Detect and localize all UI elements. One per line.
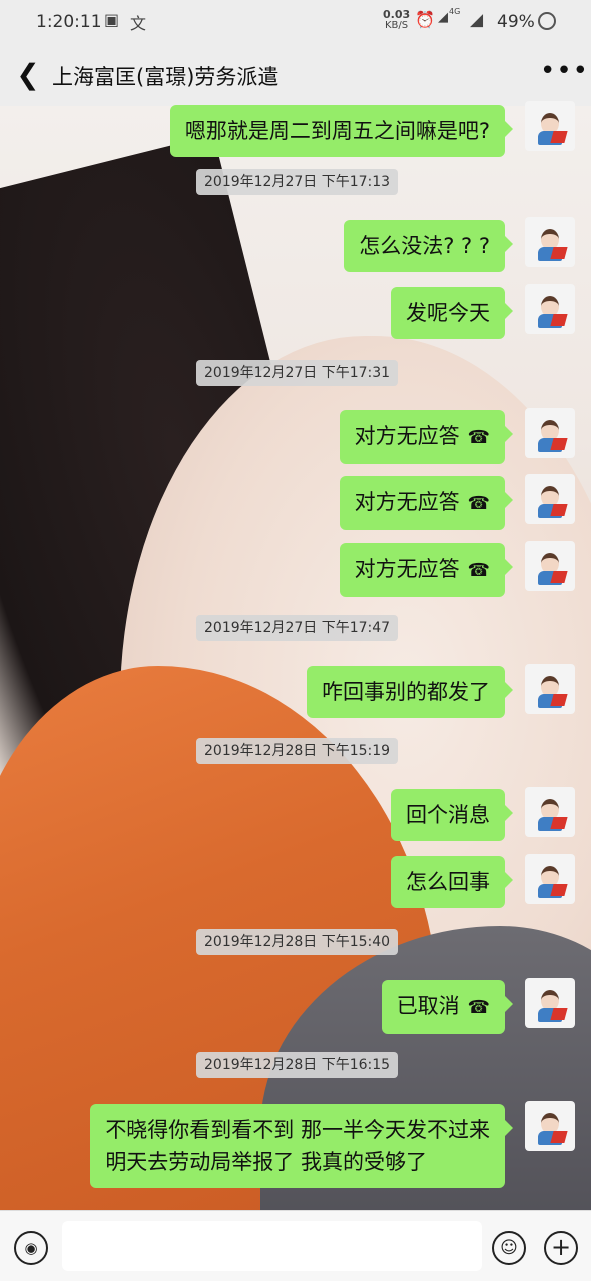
phone-hangup-icon: ☎ [467, 493, 490, 514]
signal-bars-icon: ◢ [470, 10, 484, 30]
phone-hangup-icon: ☎ [467, 427, 490, 448]
message-bubble[interactable]: 怎么没法? ? ? [344, 220, 513, 272]
call-status-text: 对方无应答 [354, 490, 460, 514]
back-button[interactable]: ❮ [14, 58, 42, 92]
app-notification-icon: 文 [130, 14, 147, 33]
timestamp: 2019年12月28日 下午15:19 [196, 738, 399, 764]
avatar[interactable] [525, 474, 575, 524]
message-item[interactable]: 回个消息 [391, 789, 513, 841]
plus-icon: + [550, 1233, 572, 1261]
avatar[interactable] [525, 787, 575, 837]
timestamp: 2019年12月27日 下午17:13 [196, 169, 399, 195]
voice-button[interactable]: ◉ [14, 1231, 48, 1265]
avatar[interactable] [525, 854, 575, 904]
timestamp: 2019年12月27日 下午17:47 [196, 615, 399, 641]
message-bubble[interactable]: 已取消 ☎ [381, 980, 514, 1034]
message-line: 不晓得你看到看不到 那一半今天发不过来 [105, 1118, 490, 1142]
voice-icon: ◉ [24, 1239, 38, 1257]
message-item[interactable]: 发呢今天 [391, 287, 513, 339]
call-message[interactable]: 对方无应答 ☎ [339, 410, 514, 464]
phone-hangup-icon: ☎ [467, 997, 490, 1018]
avatar[interactable] [525, 1101, 575, 1151]
battery-percent: 49% [497, 12, 535, 32]
chevron-left-icon: ❮ [16, 58, 40, 91]
message-bubble[interactable]: 怎么回事 [391, 856, 513, 908]
status-time: 1:20:11 [36, 12, 102, 32]
message-line: 明天去劳动局举报了 我真的受够了 [105, 1150, 427, 1174]
timestamp: 2019年12月27日 下午17:31 [196, 360, 399, 386]
message-bubble[interactable]: 发呢今天 [391, 287, 513, 339]
chat-header: ❮ 上海富匡(富璟)劳务派遣 ••• [0, 44, 591, 106]
message-item[interactable]: 嗯那就是周二到周五之间嘛是吧? [169, 105, 514, 157]
message-bubble[interactable]: 咋回事别的都发了 [307, 666, 513, 718]
call-message[interactable]: 对方无应答 ☎ [339, 543, 514, 597]
timestamp: 2019年12月28日 下午15:40 [196, 929, 399, 955]
alarm-icon: ⏰ [415, 10, 435, 29]
message-input[interactable] [62, 1221, 482, 1271]
avatar[interactable] [525, 541, 575, 591]
message-item[interactable]: 怎么回事 [391, 856, 513, 908]
avatar[interactable] [525, 408, 575, 458]
status-bar: 1:20:11 ▣ 文 0.03 KB/S ⏰ ◢ 4G ◢ 49% [0, 0, 591, 44]
emoji-button[interactable]: ☺ [492, 1231, 526, 1265]
avatar[interactable] [525, 217, 575, 267]
input-bar: ◉ ☺ + [0, 1210, 591, 1281]
emoji-icon: ☺ [500, 1238, 518, 1258]
network-speed: 0.03 KB/S [383, 8, 411, 31]
chat-title: 上海富匡(富璟)劳务派遣 [52, 65, 279, 89]
more-button[interactable]: ••• [540, 56, 589, 86]
call-message[interactable]: 对方无应答 ☎ [339, 476, 514, 530]
phone-hangup-icon: ☎ [467, 560, 490, 581]
more-actions-button[interactable]: + [544, 1231, 578, 1265]
call-status-text: 对方无应答 [354, 557, 460, 581]
message-item[interactable]: 不晓得你看到看不到 那一半今天发不过来 明天去劳动局举报了 我真的受够了 [90, 1104, 513, 1188]
signal-icon: ◢ [438, 10, 448, 25]
message-item[interactable]: 咋回事别的都发了 [307, 666, 513, 718]
message-bubble[interactable]: 对方无应答 ☎ [339, 476, 514, 530]
network-type: 4G [449, 7, 461, 16]
battery-icon [538, 12, 556, 30]
message-bubble[interactable]: 对方无应答 ☎ [339, 543, 514, 597]
avatar[interactable] [525, 978, 575, 1028]
message-bubble[interactable]: 不晓得你看到看不到 那一半今天发不过来 明天去劳动局举报了 我真的受够了 [90, 1104, 513, 1188]
message-item[interactable]: 怎么没法? ? ? [344, 220, 513, 272]
call-message[interactable]: 已取消 ☎ [381, 980, 514, 1034]
image-notification-icon: ▣ [104, 10, 120, 29]
call-status-text: 已取消 [396, 994, 460, 1018]
message-bubble[interactable]: 嗯那就是周二到周五之间嘛是吧? [169, 105, 514, 157]
avatar[interactable] [525, 101, 575, 151]
message-bubble[interactable]: 回个消息 [391, 789, 513, 841]
call-status-text: 对方无应答 [354, 424, 460, 448]
more-dots-icon: ••• [540, 56, 590, 86]
message-bubble[interactable]: 对方无应答 ☎ [339, 410, 514, 464]
avatar[interactable] [525, 664, 575, 714]
timestamp: 2019年12月28日 下午16:15 [196, 1052, 399, 1078]
avatar[interactable] [525, 284, 575, 334]
